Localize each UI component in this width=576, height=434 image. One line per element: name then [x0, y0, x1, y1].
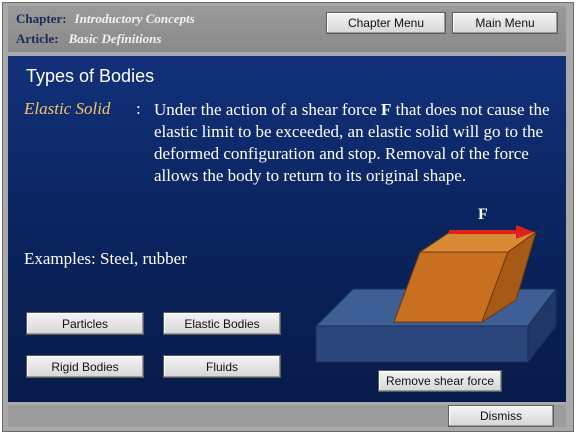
article-value: Basic Definitions: [68, 31, 162, 46]
dismiss-button[interactable]: Dismiss: [448, 405, 554, 427]
rigid-bodies-button[interactable]: Rigid Bodies: [26, 355, 144, 378]
elastic-bodies-button[interactable]: Elastic Bodies: [163, 312, 281, 335]
article-line: Article: Basic Definitions: [16, 31, 161, 47]
content-panel: Types of Bodies Elastic Solid : Under th…: [8, 56, 566, 402]
remove-shear-force-button[interactable]: Remove shear force: [378, 370, 502, 392]
footer-bar: Dismiss: [8, 405, 566, 427]
article-label: Article:: [16, 31, 59, 46]
shear-diagram: [314, 225, 558, 364]
main-menu-button[interactable]: Main Menu: [452, 12, 558, 34]
particles-button[interactable]: Particles: [26, 312, 144, 335]
chapter-value: Introductory Concepts: [74, 11, 195, 26]
chapter-line: Chapter: Introductory Concepts: [16, 11, 195, 27]
base-plate-front: [315, 325, 529, 363]
chapter-menu-button[interactable]: Chapter Menu: [326, 12, 446, 34]
header-bar: Chapter: Introductory Concepts Article: Ba…: [8, 6, 566, 52]
fluids-button[interactable]: Fluids: [163, 355, 281, 378]
force-label: F: [478, 206, 488, 223]
chapter-label: Chapter:: [16, 11, 67, 26]
